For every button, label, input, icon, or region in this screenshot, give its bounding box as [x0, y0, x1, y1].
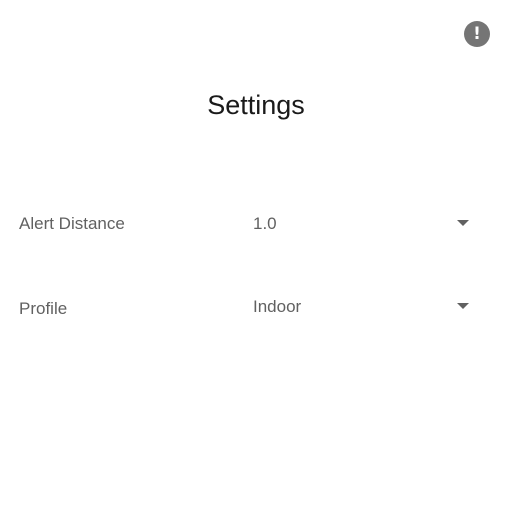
chevron-down-icon [457, 303, 469, 309]
profile-dropdown[interactable]: Indoor [240, 286, 480, 326]
alert-distance-dropdown[interactable]: 1.0 [240, 203, 480, 243]
profile-label: Profile [19, 299, 68, 318]
info-icon[interactable]: ! [464, 21, 490, 47]
alert-distance-value: 1.0 [253, 214, 277, 233]
alert-distance-label: Alert Distance [19, 214, 125, 233]
setting-row-profile: Profile Indoor [0, 288, 512, 328]
page-title: Settings [207, 90, 305, 120]
chevron-down-icon [457, 220, 469, 226]
exclamation-mark: ! [473, 23, 481, 44]
setting-row-alert-distance: Alert Distance 1.0 [0, 203, 512, 243]
profile-value: Indoor [253, 297, 302, 316]
